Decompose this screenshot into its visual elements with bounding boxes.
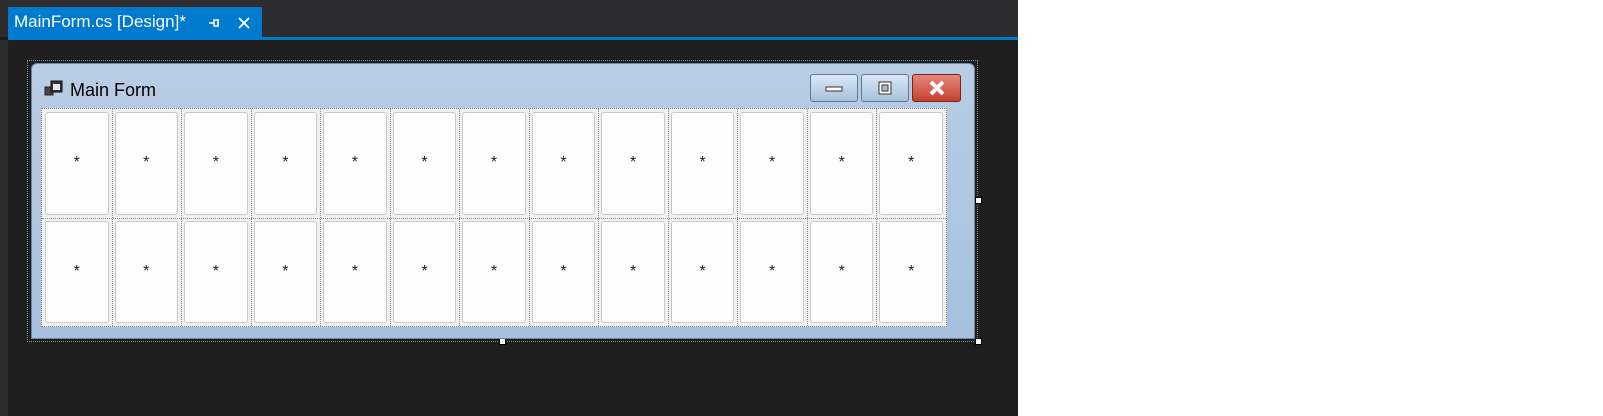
main-form-window[interactable]: Main Form * * * * * * * * * * * * * * * * * * * * * * * * * * <box>31 63 975 339</box>
table-layout-panel: * * * * * * * * * * * * * * * * * * * * * * * * * * <box>41 108 947 327</box>
grid-button[interactable]: * <box>323 112 387 215</box>
grid-button[interactable]: * <box>879 112 943 215</box>
grid-button[interactable]: * <box>45 220 109 323</box>
resize-handle-bottom[interactable] <box>499 338 506 345</box>
grid-button[interactable]: * <box>392 220 457 323</box>
grid-button[interactable]: * <box>809 112 874 215</box>
form-window-icon <box>44 80 64 98</box>
grid-button[interactable]: * <box>45 112 109 215</box>
document-tabstrip: MainForm.cs [Design]* <box>0 0 1018 37</box>
grid-button[interactable]: * <box>879 220 943 323</box>
grid-button[interactable]: * <box>670 112 735 215</box>
tab-accent-line <box>8 37 1018 40</box>
grid-button[interactable]: * <box>670 220 735 323</box>
grid-button[interactable]: * <box>809 220 874 323</box>
grid-button[interactable]: * <box>392 112 457 215</box>
grid-button[interactable]: * <box>323 220 387 323</box>
button-grid: * * * * * * * * * * * * * * * * * * * * * * * * * * <box>42 109 946 326</box>
grid-button[interactable]: * <box>740 112 804 215</box>
left-gutter <box>0 40 8 416</box>
resize-handle-right[interactable] <box>975 197 982 204</box>
grid-button[interactable]: * <box>253 112 318 215</box>
form-close-button[interactable] <box>912 74 961 102</box>
grid-button[interactable]: * <box>531 220 596 323</box>
grid-button[interactable]: * <box>601 112 665 215</box>
tab-mainform-design[interactable]: MainForm.cs [Design]* <box>8 7 262 37</box>
maximize-icon <box>878 81 892 95</box>
grid-button[interactable]: * <box>462 220 526 323</box>
grid-button[interactable]: * <box>462 112 526 215</box>
pin-icon[interactable] <box>206 15 222 31</box>
grid-button[interactable]: * <box>184 112 248 215</box>
grid-row-separator <box>42 217 946 219</box>
minimize-icon <box>825 86 843 92</box>
grid-button[interactable]: * <box>740 220 804 323</box>
tab-title: MainForm.cs [Design]* <box>14 12 186 31</box>
grid-button[interactable]: * <box>184 220 248 323</box>
grid-button[interactable]: * <box>253 220 318 323</box>
grid-button[interactable]: * <box>531 112 596 215</box>
ide-panel: MainForm.cs [Design]* Main Form * * * * … <box>0 0 1018 416</box>
grid-button[interactable]: * <box>114 112 179 215</box>
form-title: Main Form <box>70 80 157 100</box>
minimize-button[interactable] <box>810 74 858 102</box>
grid-button[interactable]: * <box>601 220 665 323</box>
grid-button[interactable]: * <box>114 220 179 323</box>
close-x-icon <box>929 80 944 96</box>
resize-handle-corner[interactable] <box>975 338 982 345</box>
maximize-button[interactable] <box>861 74 909 102</box>
close-icon[interactable] <box>234 13 254 33</box>
